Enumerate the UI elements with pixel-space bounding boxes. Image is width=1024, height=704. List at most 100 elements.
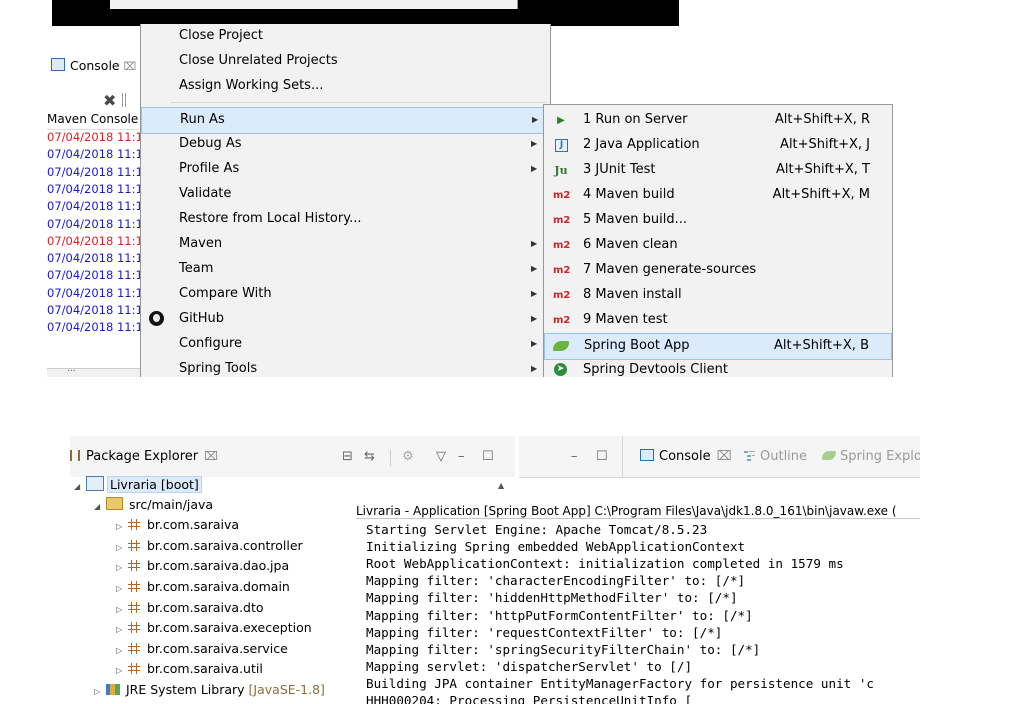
collapsed-twisty-icon[interactable]: ▷	[94, 687, 106, 696]
tree-item[interactable]: ▷ br.com.saraiva.util	[116, 661, 263, 681]
tree-item[interactable]: ▷ br.com.saraiva.exeception	[116, 620, 312, 640]
expanded-twisty-icon[interactable]: ◢	[94, 502, 106, 511]
run-as-item-3-junit-test[interactable]: Ju 3 JUnit Test Alt+Shift+X, T	[544, 158, 892, 183]
tree-item[interactable]: ▷ br.com.saraiva	[116, 517, 239, 537]
tree-item[interactable]: ▷ br.com.saraiva.domain	[116, 579, 290, 599]
keyboard-shortcut: Alt+Shift+X, T	[775, 162, 870, 177]
package-icon	[128, 622, 140, 634]
run-as-item-8-maven-install[interactable]: m2 8 Maven install	[544, 283, 892, 308]
source-folder-icon	[106, 496, 123, 510]
tree-item[interactable]: ▷ br.com.saraiva.service	[116, 641, 288, 661]
maven-log-line: 07/04/2018 11:1	[47, 199, 140, 214]
maximize-icon[interactable]: ☐	[596, 449, 608, 464]
run-as-item-9-maven-test[interactable]: m2 9 Maven test	[544, 308, 892, 333]
collapsed-twisty-icon[interactable]: ▷	[116, 646, 128, 655]
collapsed-twisty-icon[interactable]: ▷	[116, 666, 128, 675]
close-icon[interactable]: ⌧	[124, 60, 137, 73]
collapsed-twisty-icon[interactable]: ▷	[116, 522, 128, 531]
package-icon	[128, 642, 140, 654]
horizontal-scrollbar[interactable]: ...	[47, 364, 140, 377]
spring-boot-run-screenshot: Package Explorer ⌧ ⊟ ⇆ ⚙ ▽ – ☐ – ☐ Consol…	[70, 436, 920, 704]
scroll-up-icon[interactable]: ▲	[498, 481, 504, 490]
menu-item-configure[interactable]: Configure ▶	[141, 332, 548, 357]
console-line: Mapping filter: 'springSecurityFilterCha…	[366, 641, 761, 657]
run-as-item-7-maven-generate-sources[interactable]: m2 7 Maven generate-sources	[544, 258, 892, 283]
view-tabbar: – ☐ Console ⌧ Outline Spring Explo	[519, 436, 920, 478]
tree-item-label: src/main/java	[129, 496, 214, 512]
run-as-item-5-maven-build[interactable]: m2 5 Maven build...	[544, 208, 892, 233]
tree-item[interactable]: ▷ br.com.saraiva.dto	[116, 600, 264, 620]
package-icon	[128, 560, 140, 572]
menu-item-validate[interactable]: Validate	[141, 182, 548, 207]
spring-devtools-icon: ➤	[554, 363, 567, 376]
submenu-arrow-icon: ▶	[531, 239, 538, 248]
remove-all-icon[interactable]: ✖	[103, 91, 116, 110]
menu-item-profile-as[interactable]: Profile As ▶	[141, 157, 548, 182]
tree-item-label: br.com.saraiva.dto	[147, 599, 264, 615]
close-icon[interactable]: ⌧	[717, 449, 732, 464]
tree-item[interactable]: ▷ br.com.saraiva.controller	[116, 538, 303, 558]
console-output: Livraria - Application [Spring Boot App]…	[354, 502, 920, 704]
menu-item-close-project[interactable]: Close Project	[141, 24, 548, 49]
view-menu-icon[interactable]: ▽	[436, 449, 446, 464]
collapsed-twisty-icon[interactable]: ▷	[116, 625, 128, 634]
run-as-item-6-maven-clean[interactable]: m2 6 Maven clean	[544, 233, 892, 258]
pin-console-icon[interactable]	[122, 93, 126, 107]
console-icon	[640, 449, 654, 461]
close-icon[interactable]: ⌧	[204, 449, 218, 463]
run-as-item-4-maven-build[interactable]: m2 4 Maven build Alt+Shift+X, M	[544, 183, 892, 208]
tab-console[interactable]: Console ⌧	[47, 58, 136, 80]
collapsed-twisty-icon[interactable]: ▷	[116, 584, 128, 593]
menu-item-github[interactable]: GitHub ▶	[141, 307, 548, 332]
menu-item-label: Restore from Local History...	[179, 211, 362, 226]
tab-console[interactable]: Console ⌧	[640, 449, 732, 464]
tree-item[interactable]: ▷ br.com.saraiva.dao.jpa	[116, 558, 289, 578]
link-with-editor-icon[interactable]: ⇆	[364, 449, 375, 464]
console-line: Initializing Spring embedded WebApplicat…	[366, 539, 746, 555]
outline-icon	[744, 450, 755, 461]
tab-outline-label: Outline	[760, 449, 808, 464]
run-as-item-spring-boot-app[interactable]: Spring Boot App Alt+Shift+X, B	[544, 333, 892, 360]
run-as-item-label: 2 Java Application	[583, 137, 700, 152]
menu-item-restore-from-local-history[interactable]: Restore from Local History...	[141, 207, 548, 232]
menu-separator	[171, 102, 546, 103]
tree-item[interactable]: ▷ JRE System Library [JavaSE-1.8]	[94, 682, 325, 702]
collapsed-twisty-icon[interactable]: ▷	[116, 563, 128, 572]
tab-package-explorer[interactable]: Package Explorer ⌧	[70, 449, 218, 464]
menu-item-maven[interactable]: Maven ▶	[141, 232, 548, 257]
tree-item[interactable]: ◢ src/main/java	[94, 496, 214, 517]
minimize-icon[interactable]: –	[458, 449, 465, 464]
run-as-item-spring-devtools-client[interactable]: ➤ Spring Devtools Client	[544, 358, 892, 377]
java-application-icon: J	[555, 139, 568, 152]
console-line: HHH000204: Processing PersistenceUnitInf…	[366, 693, 693, 704]
tab-outline[interactable]: Outline	[744, 449, 807, 464]
collapse-all-icon[interactable]: ⊟	[342, 449, 353, 464]
maven-icon: m2	[553, 290, 571, 301]
scroll-thumb[interactable]: ...	[67, 364, 76, 374]
menu-item-compare-with[interactable]: Compare With ▶	[141, 282, 548, 307]
maven-log-line: 07/04/2018 11:1	[47, 164, 140, 179]
tree-item[interactable]: ◢ Livraria [boot]	[74, 476, 202, 496]
tab-spring-explorer[interactable]: Spring Explo	[822, 449, 920, 464]
tree-item-label: Livraria [boot]	[107, 476, 202, 493]
maximize-icon[interactable]: ☐	[482, 449, 494, 464]
spring-boot-icon	[553, 341, 569, 351]
submenu-arrow-icon: ▶	[531, 264, 538, 273]
menu-item-run-as[interactable]: Run As ▶	[141, 107, 548, 134]
menu-item-spring-tools[interactable]: Spring Tools ▶	[141, 357, 548, 377]
keyboard-shortcut: Alt+Shift+X, R	[774, 112, 870, 127]
gear-icon[interactable]: ⚙	[402, 449, 414, 464]
run-as-item-2-java-application[interactable]: J 2 Java Application Alt+Shift+X, J	[544, 133, 892, 158]
submenu-arrow-icon: ▶	[531, 289, 538, 298]
menu-item-assign-working-sets[interactable]: Assign Working Sets...	[141, 74, 548, 99]
expanded-twisty-icon[interactable]: ◢	[74, 482, 86, 491]
menu-item-team[interactable]: Team ▶	[141, 257, 548, 282]
collapsed-twisty-icon[interactable]: ▷	[116, 605, 128, 614]
submenu-arrow-icon: ▶	[531, 164, 538, 173]
minimize-icon[interactable]: –	[571, 449, 578, 464]
menu-item-close-unrelated-projects[interactable]: Close Unrelated Projects	[141, 49, 548, 74]
menu-item-debug-as[interactable]: Debug As ▶	[141, 132, 548, 157]
collapsed-twisty-icon[interactable]: ▷	[116, 543, 128, 552]
console-line: Mapping filter: 'characterEncodingFilter…	[366, 573, 746, 589]
run-as-item-1-run-on-server[interactable]: 1 Run on Server Alt+Shift+X, R	[544, 108, 892, 133]
